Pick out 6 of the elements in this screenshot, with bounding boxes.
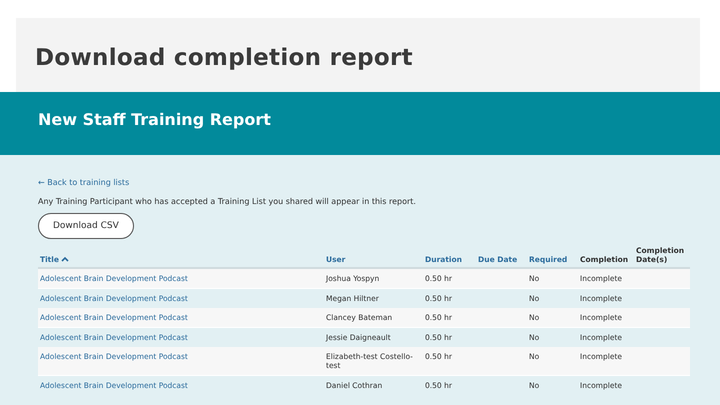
slide-title: Download completion report xyxy=(35,45,413,71)
report-title: New Staff Training Report xyxy=(38,110,271,129)
back-link[interactable]: ← Back to training lists xyxy=(38,178,130,187)
report-description: Any Training Participant who has accepted a Training List you shared will appear in this report. xyxy=(38,197,416,206)
sort-caret-icon xyxy=(60,256,69,263)
download-csv-button[interactable]: Download CSV xyxy=(38,213,134,239)
